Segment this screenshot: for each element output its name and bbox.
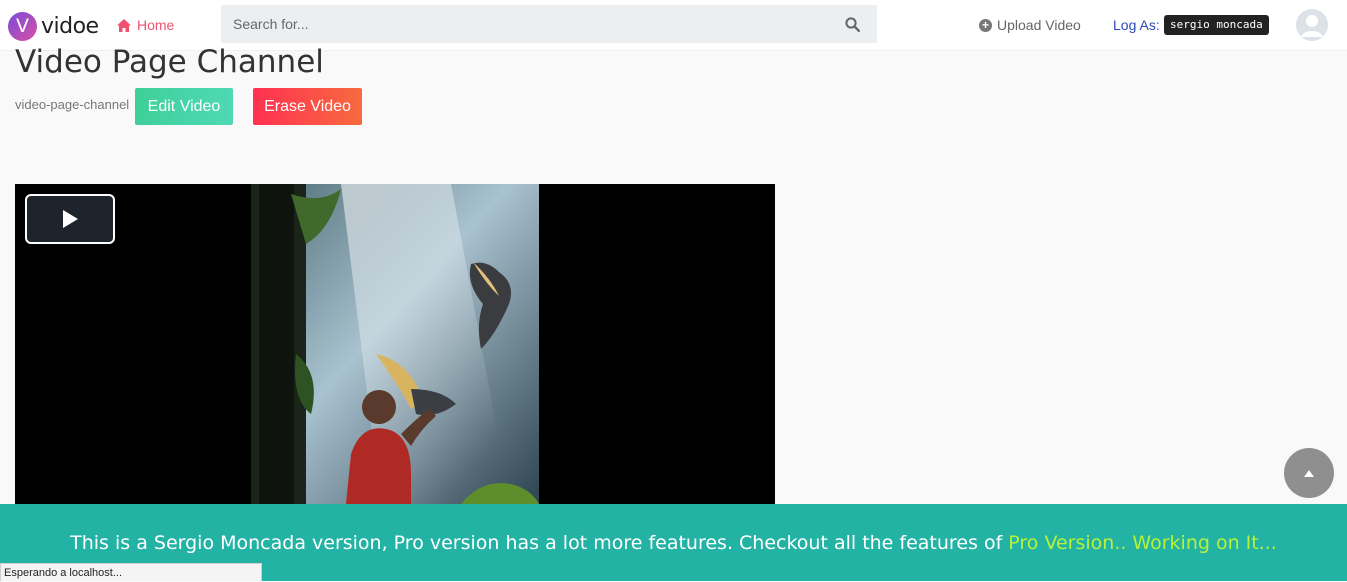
home-icon xyxy=(117,18,131,32)
video-slug: video-page-channel xyxy=(15,97,130,112)
home-link[interactable]: Home xyxy=(117,17,174,33)
browser-status-bar: Esperando a localhost... xyxy=(0,563,262,581)
search-bar xyxy=(221,4,877,44)
avatar[interactable] xyxy=(1296,9,1328,41)
page-title: Video Page Channel xyxy=(15,44,324,80)
home-label: Home xyxy=(137,17,175,33)
log-as-label: Log As: xyxy=(1113,17,1160,33)
footer-text: This is a Sergio Moncada version, Pro ve… xyxy=(70,531,1003,554)
video-poster-frame xyxy=(251,184,539,504)
scroll-to-top-button[interactable] xyxy=(1284,448,1334,498)
logo-text: vidoe xyxy=(41,13,99,39)
search-button[interactable] xyxy=(827,5,877,43)
upload-video-link[interactable]: + Upload Video xyxy=(979,17,1081,33)
play-icon xyxy=(63,210,78,228)
username-badge[interactable]: sergio moncada xyxy=(1164,15,1269,35)
vidoe-logo[interactable]: V vidoe xyxy=(8,11,99,41)
edit-video-button[interactable]: Edit Video xyxy=(135,88,233,125)
caret-up-icon xyxy=(1304,469,1314,477)
upload-label: Upload Video xyxy=(997,17,1081,33)
video-player[interactable] xyxy=(15,184,775,504)
search-icon xyxy=(844,16,860,32)
logo-mark-icon: V xyxy=(8,11,37,41)
search-input[interactable] xyxy=(221,4,827,44)
plus-circle-icon: + xyxy=(979,18,992,32)
erase-video-button[interactable]: Erase Video xyxy=(253,88,362,125)
user-avatar-icon xyxy=(1296,9,1328,41)
play-button[interactable] xyxy=(25,194,115,244)
pro-version-link[interactable]: Pro Version.. Working on It... xyxy=(1008,532,1277,554)
